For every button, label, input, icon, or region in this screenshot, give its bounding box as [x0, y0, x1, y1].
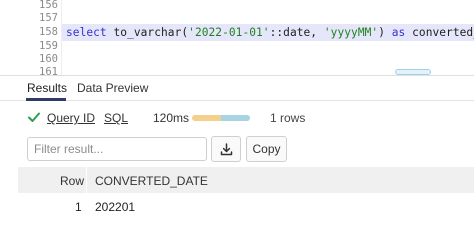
sql-editor[interactable]: 156 157 158 159 160 161 select to_varcha…: [0, 0, 474, 76]
query-status-bar: Query ID SQL 120ms 1 rows: [0, 101, 474, 134]
line-number: 157: [39, 12, 58, 24]
keyword-select: select: [66, 26, 107, 39]
string-literal-date: '2022-01-01': [188, 26, 270, 39]
timing-bar-execution-segment: [221, 115, 250, 121]
line-number: 158: [39, 26, 58, 38]
filter-result-input[interactable]: [27, 137, 207, 161]
column-header-row[interactable]: Row: [60, 174, 84, 188]
cast-expression: ::date,: [269, 26, 324, 39]
timing-bar: [192, 115, 250, 121]
close-paren: ): [378, 26, 392, 39]
string-literal-format: 'yyyyMM': [323, 26, 379, 39]
code-line-158[interactable]: select to_varchar('2022-01-01'::date, 'y…: [66, 26, 474, 39]
timing-bar-compile-segment: [192, 115, 221, 121]
results-tabs: Results Data Preview: [0, 76, 474, 101]
query-id-link[interactable]: Query ID: [47, 111, 95, 125]
check-icon: [28, 112, 40, 122]
line-number: 156: [39, 0, 58, 11]
results-table-header: Row CONVERTED_DATE: [18, 167, 474, 193]
tab-results[interactable]: Results: [27, 81, 67, 95]
column-divider[interactable]: [86, 167, 87, 193]
download-button[interactable]: [211, 136, 241, 162]
query-duration: 120ms: [153, 111, 190, 125]
download-icon: [220, 143, 233, 156]
line-number: 160: [39, 53, 58, 65]
column-alias: converted_date;: [412, 26, 474, 39]
line-number: 159: [39, 40, 58, 52]
line-number-gutter: 156 157 158 159 160 161: [0, 0, 62, 76]
function-call: to_varchar(: [106, 26, 189, 39]
column-header-converted-date[interactable]: CONVERTED_DATE: [95, 174, 208, 188]
sql-link[interactable]: SQL: [104, 111, 128, 125]
table-row[interactable]: 1 202201: [18, 193, 474, 219]
row-number-cell: 1: [75, 200, 82, 214]
copy-button[interactable]: Copy: [246, 136, 287, 162]
tab-data-preview[interactable]: Data Preview: [77, 81, 148, 95]
row-count: 1 rows: [270, 111, 306, 125]
keyword-as: as: [391, 26, 406, 39]
table-cell[interactable]: 202201: [95, 200, 135, 214]
